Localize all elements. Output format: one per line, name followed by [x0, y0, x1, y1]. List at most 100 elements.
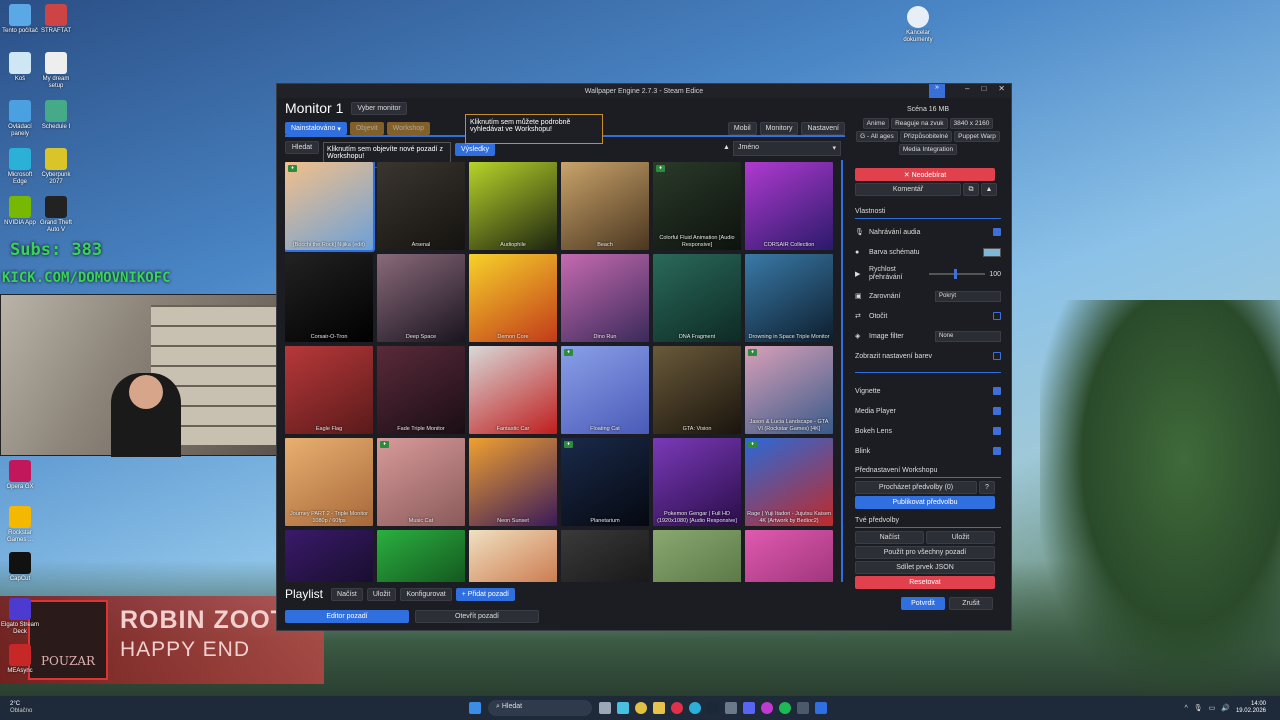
playback-slider-handle[interactable]: [954, 269, 958, 279]
sort-asc-icon[interactable]: ▲: [723, 144, 730, 151]
tag-chip[interactable]: Media Integration: [898, 144, 958, 155]
edge-icon[interactable]: [689, 702, 701, 714]
wallpaper-tile[interactable]: [653, 530, 741, 582]
blink-checkbox[interactable]: [993, 447, 1001, 455]
windows-start-icon[interactable]: [469, 702, 481, 714]
wallpaper-tile[interactable]: Journey PART 2 - Triple Monitor 1080p / …: [285, 438, 373, 526]
alignment-select[interactable]: Pokrýt: [935, 290, 1001, 302]
discord-icon[interactable]: [743, 702, 755, 714]
wallpaper-tile[interactable]: Arsenal: [377, 162, 465, 250]
minimize-icon[interactable]: –: [965, 84, 969, 93]
bokeh-row[interactable]: Bokeh Lens: [855, 421, 1001, 441]
warning-icon[interactable]: ▲: [981, 183, 997, 196]
help-icon[interactable]: ?: [979, 481, 995, 494]
wallpaper-tile[interactable]: ♦ Jason & Lucia Landscape - GTA VI (Rocks…: [745, 346, 833, 434]
audio-recording-checkbox[interactable]: [993, 228, 1001, 236]
desktop-icon[interactable]: STRAFTAT: [36, 4, 76, 35]
wallpaper-tile[interactable]: Eagle Flag: [285, 346, 373, 434]
expand-icon[interactable]: »: [929, 84, 945, 98]
tab-workshop[interactable]: Workshop: [386, 122, 431, 135]
xbox-icon[interactable]: [797, 702, 809, 714]
desktop-icon[interactable]: Ovládací panely: [0, 100, 40, 138]
media-player-row[interactable]: Media Player: [855, 401, 1001, 421]
tag-chip[interactable]: Puppet Warp: [954, 131, 1000, 142]
steam-icon[interactable]: [707, 702, 719, 714]
wallpaper-engine-icon[interactable]: [815, 702, 827, 714]
preset-save-button[interactable]: Uložit: [926, 531, 995, 544]
editor-button[interactable]: Editor pozadí: [285, 610, 409, 623]
rotate-checkbox[interactable]: [993, 312, 1001, 320]
results-button[interactable]: Výsledky: [455, 143, 496, 156]
tag-chip[interactable]: G - All ages: [856, 131, 898, 142]
desktop-icon[interactable]: Cyberpunk 2077: [36, 148, 76, 186]
widgets-icon[interactable]: [617, 702, 629, 714]
wallpaper-tile[interactable]: GTA: Vision: [653, 346, 741, 434]
mobile-button[interactable]: Mobil: [727, 122, 757, 135]
folder-icon[interactable]: [653, 702, 665, 714]
search-input[interactable]: Hledat: [285, 141, 319, 154]
scheme-color-row[interactable]: ● Barva schématu: [855, 242, 1001, 262]
tab-discover[interactable]: Objevit: [349, 122, 384, 135]
audio-recording-row[interactable]: 🎙 Nahrávání audia: [855, 222, 1001, 242]
app-icon[interactable]: [725, 702, 737, 714]
wallpaper-tile[interactable]: Neon Sunset: [469, 438, 557, 526]
browse-presets-button[interactable]: Procházet předvolby (0): [855, 481, 977, 494]
show-color-settings-checkbox[interactable]: [993, 352, 1001, 360]
opera-icon[interactable]: [671, 702, 683, 714]
wallpaper-tile[interactable]: Audiophile: [469, 162, 557, 250]
taskview-icon[interactable]: [599, 702, 611, 714]
close-icon[interactable]: ✕: [998, 84, 1005, 93]
playlist-load-button[interactable]: Načíst: [331, 587, 363, 601]
publish-preset-button[interactable]: Publikovat předvolbu: [855, 496, 995, 509]
preset-load-button[interactable]: Načíst: [855, 531, 924, 544]
wallpaper-tile[interactable]: ♦ Music Cat: [377, 438, 465, 526]
show-color-settings-row[interactable]: Zobrazit nastavení barev: [855, 346, 1001, 366]
messenger-icon[interactable]: [761, 702, 773, 714]
cancel-button[interactable]: Zrušit: [949, 597, 993, 610]
settings-button[interactable]: Nastavení: [801, 122, 845, 135]
wallpaper-tile[interactable]: Pokemon Gengar | Full HD (1920x1080) [Au…: [653, 438, 741, 526]
sort-dropdown[interactable]: Jméno ▾: [733, 141, 841, 156]
wallpaper-tile[interactable]: ♦ Rage | Yuji Itadori - Jujutsu Kaisen 4K…: [745, 438, 833, 526]
wallpaper-tile[interactable]: DNA Fragment: [653, 254, 741, 342]
chevron-up-icon[interactable]: ^: [1184, 705, 1187, 712]
rotate-row[interactable]: ⇄ Otočit: [855, 306, 1001, 326]
chrome-icon[interactable]: [635, 702, 647, 714]
wallpaper-tile[interactable]: Demon Core: [469, 254, 557, 342]
wallpaper-tile[interactable]: [377, 530, 465, 582]
use-for-all-button[interactable]: Použít pro všechny pozadí: [855, 546, 995, 559]
wallpaper-tile[interactable]: Dino Run: [561, 254, 649, 342]
tag-chip[interactable]: Přizpůsobitelné: [899, 131, 953, 142]
volume-icon[interactable]: 🔊: [1221, 704, 1230, 712]
mic-icon[interactable]: 🎙: [1194, 704, 1203, 712]
blink-row[interactable]: Blink: [855, 441, 1001, 461]
wallpaper-tile[interactable]: ♦ Colorful Fluid Animation [Audio Respons…: [653, 162, 741, 250]
desktop-icon[interactable]: NVIDIA App: [0, 196, 40, 227]
vignette-checkbox[interactable]: [993, 387, 1001, 395]
playlist-configure-button[interactable]: Konfigurovat: [400, 587, 452, 601]
bokeh-checkbox[interactable]: [993, 427, 1001, 435]
wallpaper-tile[interactable]: ♦ Floating Cat: [561, 346, 649, 434]
grid-scrollbar[interactable]: [841, 160, 843, 582]
tag-chip[interactable]: 3840 x 2160: [949, 118, 994, 129]
confirm-button[interactable]: Potvrdit: [901, 597, 945, 610]
wallpaper-tile[interactable]: [285, 530, 373, 582]
open-wallpaper-button[interactable]: Otevřít pozadí: [415, 610, 539, 623]
tag-chip[interactable]: Reaguje na zvuk: [891, 118, 948, 129]
tag-chip[interactable]: Anime: [862, 118, 890, 129]
desktop-icon[interactable]: Tento počítač: [0, 4, 40, 35]
wallpaper-tile[interactable]: [561, 530, 649, 582]
wallpaper-tile[interactable]: ♦ Planetarium: [561, 438, 649, 526]
desktop-icon[interactable]: Koš: [0, 52, 40, 83]
scheme-color-swatch[interactable]: [983, 247, 1001, 257]
unsubscribe-button[interactable]: ✕ Neodebírat: [855, 168, 995, 181]
playlist-save-button[interactable]: Uložit: [366, 587, 397, 601]
vignette-row[interactable]: Vignette: [855, 381, 1001, 401]
reset-button[interactable]: Resetovat: [855, 576, 995, 589]
desktop-icon[interactable]: Elgato Stream Deck: [0, 598, 40, 636]
playlist-add-button[interactable]: + Přidat pozadí: [455, 587, 515, 601]
desktop-icon-topright[interactable]: Kancelar dokumenty: [898, 6, 938, 44]
wallpaper-tile[interactable]: Fade Triple Monitor: [377, 346, 465, 434]
taskbar-search[interactable]: ⌕ Hledat: [488, 700, 592, 716]
tab-installed[interactable]: Nainstalováno ▾: [285, 122, 347, 135]
